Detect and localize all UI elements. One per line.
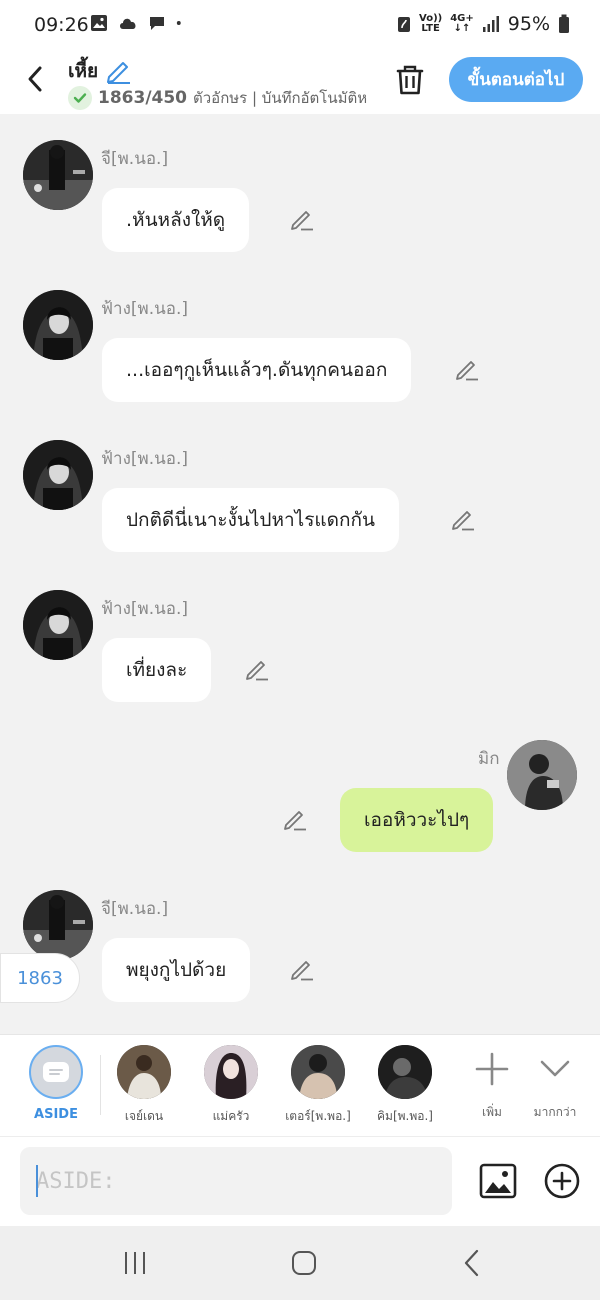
title-row: เหี้ย: [68, 56, 132, 86]
edit-message-icon[interactable]: [450, 506, 476, 532]
text-caret: [36, 1165, 38, 1197]
composer: [0, 1136, 600, 1226]
character-name: แม่ครัว: [212, 1109, 250, 1123]
sender-name: จี[พ.นอ.]: [101, 899, 169, 919]
avatar[interactable]: [23, 890, 93, 960]
chevron-left-icon: [28, 66, 42, 92]
edit-title-icon[interactable]: [104, 58, 132, 84]
nav-back-button[interactable]: [452, 1248, 492, 1278]
message-list: จี[พ.นอ.] .หันหลังให้ดู ฟ้าง[พ.นอ.] ...เ…: [0, 114, 600, 1034]
avatar[interactable]: [23, 140, 93, 210]
character-name: เตอร์[พ.พอ.]: [285, 1109, 351, 1123]
add-character-button[interactable]: เพิ่ม: [462, 1049, 522, 1122]
next-step-button[interactable]: ขั้นตอนต่อไป: [449, 57, 583, 102]
sender-name: มิก: [478, 749, 500, 769]
sender-name: ฟ้าง[พ.นอ.]: [101, 299, 188, 319]
image-icon[interactable]: [478, 1161, 518, 1201]
edit-message-icon[interactable]: [454, 356, 480, 382]
edit-message-icon[interactable]: [282, 806, 308, 832]
status-notification-icons: [90, 14, 186, 32]
message-bubble[interactable]: ...เออๆกูเห็นแล้วๆ.ดันทุกคนออก: [102, 338, 412, 402]
edit-message-icon[interactable]: [289, 956, 315, 982]
recent-apps-button[interactable]: [115, 1248, 155, 1278]
message-bubble[interactable]: ปกติดีนี่เนาะงั้นไปหาไรแดกกัน: [102, 488, 400, 552]
avatar[interactable]: [23, 440, 93, 510]
chat-notification-icon: [150, 17, 164, 30]
character-avatar: [291, 1045, 345, 1099]
character-count: 1863/450: [98, 88, 188, 108]
message-bubble[interactable]: พยุงกูไปด้วย: [102, 938, 251, 1002]
message-counter-badge[interactable]: 1863: [0, 953, 80, 1003]
character-item[interactable]: เตอร์[พ.พอ.]: [278, 1045, 358, 1126]
character-name: ASIDE: [34, 1107, 78, 1122]
chat-title: เหี้ย: [68, 60, 99, 82]
battery-icon: [559, 14, 569, 33]
recent-apps-icon: [125, 1252, 145, 1274]
nav-back-icon: [464, 1249, 479, 1277]
character-avatar: [378, 1045, 432, 1099]
chevron-down-icon: [540, 1060, 570, 1077]
character-name: เจย์เดน: [124, 1109, 164, 1123]
home-icon: [292, 1251, 316, 1275]
more-characters-button[interactable]: มากกว่า: [525, 1049, 585, 1122]
sender-name: ฟ้าง[พ.นอ.]: [101, 449, 188, 469]
sender-name: ฟ้าง[พ.นอ.]: [101, 599, 188, 619]
volte-indicator: Vo)) LTE: [419, 13, 443, 34]
system-navigation-bar: [0, 1226, 600, 1300]
sender-name: จี[พ.นอ.]: [101, 149, 169, 169]
autosave-note: ตัวอักษร | บันทึกอัตโนมัติห: [193, 89, 368, 107]
character-avatar: [117, 1045, 171, 1099]
aside-icon: [29, 1045, 83, 1099]
character-aside[interactable]: ASIDE: [16, 1045, 96, 1122]
network-type: 4G+ ↓↑: [450, 13, 474, 34]
message-input[interactable]: [20, 1147, 452, 1215]
cloud-icon: [120, 18, 136, 29]
message-bubble[interactable]: เที่ยงละ: [102, 638, 212, 702]
avatar[interactable]: [23, 290, 93, 360]
signal-icon: [482, 16, 499, 32]
edit-message-icon[interactable]: [289, 206, 315, 232]
message-bubble[interactable]: เออหิววะไปๆ: [340, 788, 494, 852]
chat-header: เหี้ย 1863/450 ตัวอักษร | บันทึกอัตโนมัต…: [0, 50, 600, 114]
check-icon: [68, 86, 92, 110]
back-button[interactable]: [20, 62, 50, 96]
divider: [100, 1055, 101, 1115]
character-item[interactable]: คิม[พ.พอ.]: [365, 1045, 445, 1126]
avatar[interactable]: [23, 590, 93, 660]
character-selector: ASIDE เจย์เดน แม่ครัว เตอร์[พ.พอ.] คิม[พ…: [0, 1034, 600, 1136]
dot-icon: [176, 21, 181, 25]
status-time: 09:26: [34, 14, 89, 36]
add-label: เพิ่ม: [482, 1105, 502, 1119]
trash-icon[interactable]: [392, 62, 428, 98]
add-circle-icon[interactable]: [543, 1162, 581, 1200]
avatar[interactable]: [507, 740, 577, 810]
battery-percent: 95%: [507, 13, 550, 35]
status-system-icons: Vo)) LTE 4G+ ↓↑ 95%: [397, 13, 570, 35]
message-bubble[interactable]: .หันหลังให้ดู: [102, 188, 250, 252]
status-bar: 09:26 Vo)) LTE 4G+ ↓↑ 95%: [0, 0, 600, 50]
home-button[interactable]: [284, 1248, 324, 1278]
autosave-row: 1863/450 ตัวอักษร | บันทึกอัตโนมัติห: [68, 86, 368, 110]
character-item[interactable]: แม่ครัว: [191, 1045, 271, 1126]
plus-icon: [475, 1052, 509, 1086]
edit-message-icon[interactable]: [244, 656, 270, 682]
gallery-icon: [91, 15, 107, 31]
character-avatar: [204, 1045, 258, 1099]
more-label: มากกว่า: [533, 1105, 577, 1119]
character-name: คิม[พ.พอ.]: [377, 1109, 433, 1123]
character-item[interactable]: เจย์เดน: [104, 1045, 184, 1126]
battery-saver-icon: [398, 17, 411, 32]
